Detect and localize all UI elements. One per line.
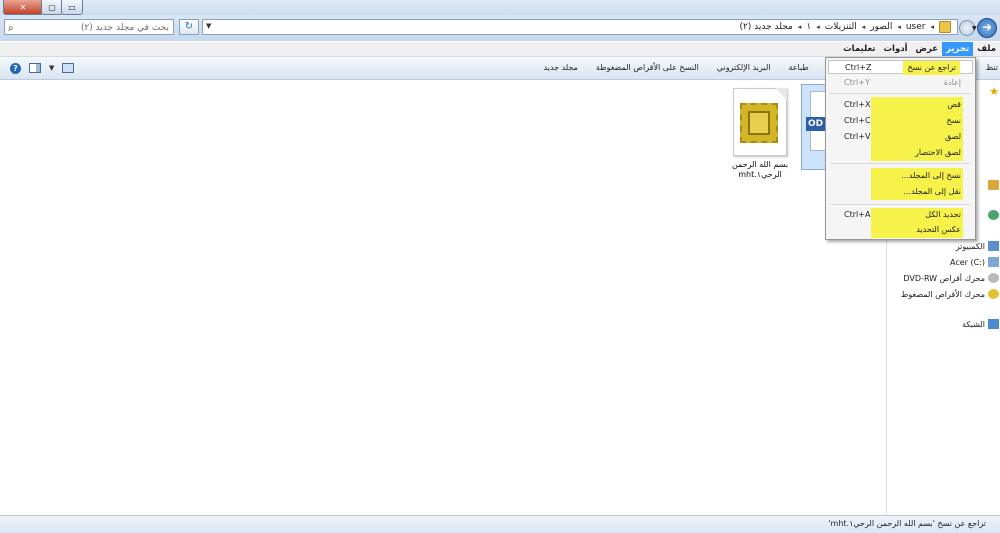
view-dropdown-icon[interactable]: ▼: [49, 64, 54, 72]
edit-menu-dropdown: تراجع عن نسخ Ctrl+Z إعادة Ctrl+Y قص Ctrl…: [825, 57, 976, 240]
address-row: بحث في مجلد جديد (٢) ⌕ ↻ ▼ ◂ user ◂ الصو…: [0, 15, 1000, 41]
status-bar: تراجع عن نسخ 'بسم الله الرحمن الرحي١.mht…: [0, 515, 1000, 533]
menu-view[interactable]: عرض: [912, 42, 943, 56]
arrow-right-icon: ➜: [981, 20, 993, 34]
breadcrumb-pictures[interactable]: الصور: [870, 22, 892, 32]
nav-computer[interactable]: الكمبيوتر: [956, 241, 999, 251]
menu-item-undo[interactable]: تراجع عن نسخ Ctrl+Z: [828, 60, 973, 75]
menu-help[interactable]: تعليمات: [839, 42, 879, 56]
view-controls: ? ▼: [10, 61, 75, 75]
menu-item-redo[interactable]: إعادة Ctrl+Y: [828, 76, 973, 90]
nav-network[interactable]: الشبكة: [962, 319, 999, 329]
recent-pages-dropdown-icon[interactable]: ▼: [972, 25, 977, 32]
menu-item-copy-to-folder[interactable]: نسخ إلى المجلد...: [828, 169, 973, 183]
menu-item-cut[interactable]: قص Ctrl+X: [828, 98, 973, 112]
nav-cd-drive[interactable]: محرك الأقراص المضغوط: [901, 289, 999, 299]
menu-separator: [830, 93, 971, 94]
mht-document-icon: [733, 88, 787, 156]
email-button[interactable]: البريد الإلكتروني: [708, 57, 780, 79]
menu-item-select-all[interactable]: تحديد الكل Ctrl+A: [828, 208, 973, 222]
breadcrumb-downloads[interactable]: التنزيلات: [825, 22, 857, 32]
breadcrumb-1[interactable]: ١: [806, 22, 811, 32]
folder-icon: [939, 21, 951, 33]
network-icon: [988, 319, 999, 329]
chevron-left-icon[interactable]: ◂: [862, 23, 866, 31]
close-window-button[interactable]: ✕: [3, 0, 43, 15]
breadcrumb: ◂ user ◂ الصور ◂ التنزيلات ◂ ١ ◂ مجلد جد…: [739, 21, 951, 33]
minimize-window-button[interactable]: ▭: [61, 0, 83, 15]
chevron-left-icon[interactable]: ◂: [930, 23, 934, 31]
burn-button[interactable]: النسخ على الأقراص المضغوطة: [587, 57, 708, 79]
search-icon[interactable]: ⌕: [8, 21, 14, 37]
menu-tools[interactable]: أدوات: [880, 42, 912, 56]
close-icon: ✕: [19, 2, 27, 12]
chevron-left-icon[interactable]: ◂: [798, 23, 802, 31]
refresh-icon: ↻: [184, 21, 194, 32]
help-icon[interactable]: ?: [10, 62, 21, 74]
status-text: تراجع عن نسخ 'بسم الله الرحمن الرحي١.mht…: [828, 519, 986, 528]
menu-item-copy[interactable]: نسخ Ctrl+C: [828, 114, 973, 128]
back-button[interactable]: ➜: [977, 18, 997, 38]
menu-separator: [830, 204, 971, 205]
nav-dvd-drive[interactable]: محرك أقراص DVD-RW: [903, 273, 999, 283]
maximize-icon: ▢: [48, 2, 56, 12]
homegroup-icon[interactable]: [988, 210, 999, 220]
menu-item-paste-shortcut[interactable]: لصق الاختصار: [828, 146, 973, 160]
stamp-thumbnail: [740, 103, 778, 143]
title-bar: ✕ ▢ ▭: [0, 0, 1000, 15]
menu-edit[interactable]: تحرير: [942, 42, 974, 56]
breadcrumb-user[interactable]: user: [906, 22, 926, 32]
menu-file[interactable]: ملف: [973, 42, 1000, 56]
minimize-icon: ▭: [68, 2, 76, 12]
chevron-left-icon[interactable]: ◂: [816, 23, 820, 31]
nav-drive-c[interactable]: Acer (C:): [950, 257, 999, 267]
libraries-folder-icon[interactable]: [988, 180, 999, 190]
refresh-button[interactable]: ↻: [179, 19, 199, 35]
menu-item-paste[interactable]: لصق Ctrl+V: [828, 130, 973, 144]
organize-button[interactable]: تنظ: [977, 57, 1000, 79]
search-placeholder: بحث في مجلد جديد (٢): [80, 23, 169, 33]
navigation-buttons: ▼ ➜: [959, 18, 999, 38]
file-item-mht[interactable]: بسم الله الرحمن الرحي١.mht: [722, 88, 798, 180]
preview-pane-icon[interactable]: [29, 63, 41, 73]
menu-separator: [830, 163, 971, 164]
dvd-icon: [988, 273, 999, 283]
drive-icon: [988, 257, 999, 267]
search-input[interactable]: بحث في مجلد جديد (٢) ⌕: [4, 19, 174, 35]
address-bar[interactable]: ▼ ◂ user ◂ الصور ◂ التنزيلات ◂ ١ ◂ مجلد …: [202, 19, 958, 35]
breadcrumb-new-folder-2[interactable]: مجلد جديد (٢): [739, 22, 792, 32]
menu-item-invert-selection[interactable]: عكس التحديد: [828, 223, 973, 237]
menu-bar: ملف تحرير عرض أدوات تعليمات: [0, 42, 1000, 57]
address-history-dropdown-icon[interactable]: ▼: [206, 22, 211, 30]
computer-icon: [988, 241, 999, 251]
maximize-window-button[interactable]: ▢: [41, 0, 63, 15]
new-folder-button[interactable]: مجلد جديد: [534, 57, 586, 79]
favorites-star-icon[interactable]: ★: [988, 85, 999, 98]
chevron-left-icon[interactable]: ◂: [897, 23, 901, 31]
cd-icon: [988, 289, 999, 299]
file-name: بسم الله الرحمن الرحي١.mht: [731, 160, 789, 179]
change-view-icon[interactable]: [62, 63, 75, 73]
menu-item-move-to-folder[interactable]: نقل إلى المجلد...: [828, 185, 973, 199]
